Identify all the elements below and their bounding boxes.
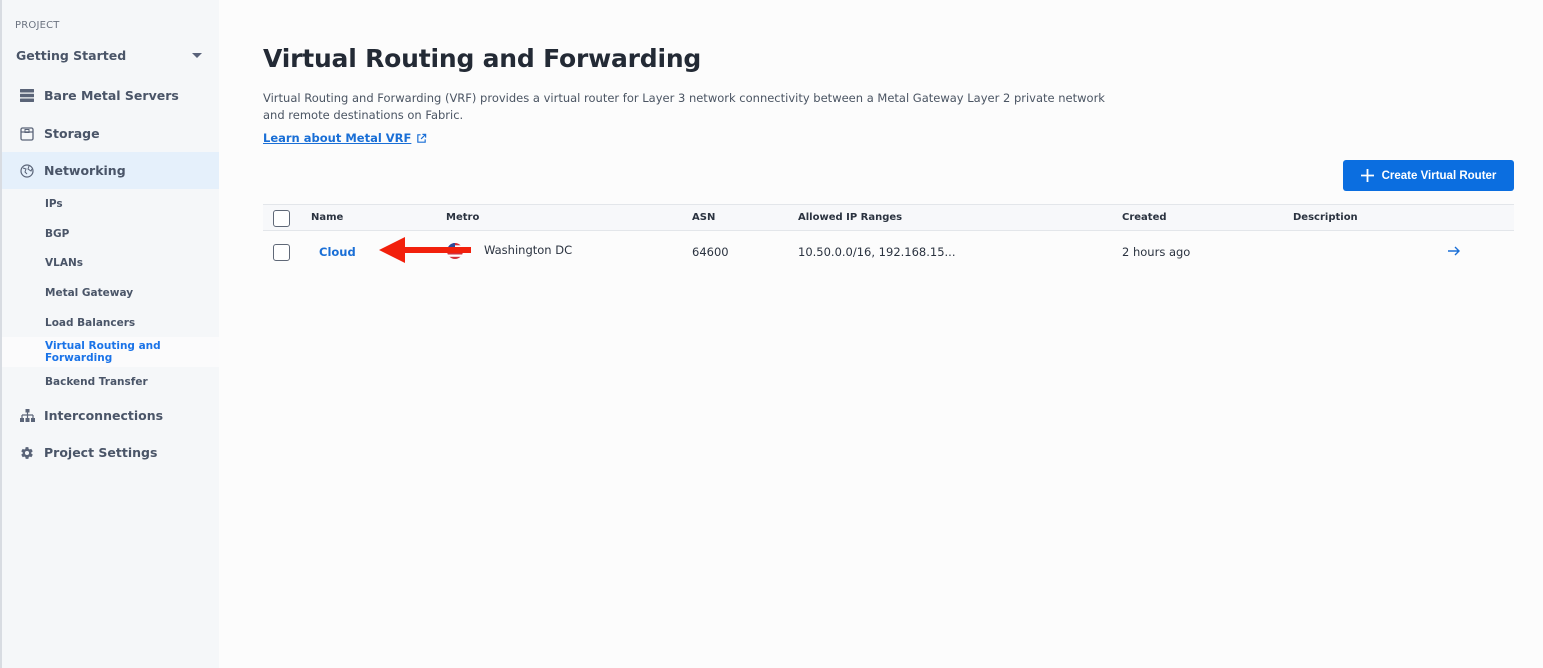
sidebar-subitem-ips[interactable]: IPs bbox=[2, 189, 219, 219]
metro-value: Washington DC bbox=[484, 243, 573, 257]
sidebar-subitem-metal-gateway[interactable]: Metal Gateway bbox=[2, 278, 219, 308]
sidebar-subitem-load-balancers[interactable]: Load Balancers bbox=[2, 308, 219, 338]
column-header-name[interactable]: Name bbox=[311, 212, 343, 223]
asn-value: 64600 bbox=[692, 245, 729, 259]
column-header-allowed-ip-ranges[interactable]: Allowed IP Ranges bbox=[798, 212, 902, 223]
network-tree-icon bbox=[18, 407, 36, 425]
sidebar-item-interconnections[interactable]: Interconnections bbox=[2, 397, 219, 434]
sidebar-item-label: Project Settings bbox=[44, 445, 158, 460]
project-selector[interactable]: Getting Started bbox=[16, 45, 206, 65]
sidebar-item-storage[interactable]: Storage bbox=[2, 115, 219, 152]
create-virtual-router-button[interactable]: Create Virtual Router bbox=[1343, 160, 1514, 191]
gear-icon bbox=[18, 444, 36, 462]
storage-icon bbox=[18, 125, 36, 143]
page-description: Virtual Routing and Forwarding (VRF) pro… bbox=[263, 91, 1105, 122]
learn-link-label: Learn about Metal VRF bbox=[263, 131, 412, 145]
annotation-arrow-icon bbox=[379, 237, 471, 263]
caret-down-icon bbox=[192, 52, 202, 58]
row-checkbox[interactable] bbox=[273, 244, 290, 261]
sidebar: PROJECT Getting Started Bare Metal Serve… bbox=[0, 0, 219, 668]
column-header-description[interactable]: Description bbox=[1293, 212, 1358, 223]
table-header: Name Metro ASN Allowed IP Ranges Created… bbox=[263, 204, 1514, 231]
arrow-right-icon[interactable] bbox=[1447, 244, 1461, 258]
column-header-metro[interactable]: Metro bbox=[446, 212, 479, 223]
project-label: PROJECT bbox=[15, 20, 60, 31]
sidebar-item-label: Bare Metal Servers bbox=[44, 88, 179, 103]
sidebar-item-networking[interactable]: Networking bbox=[2, 152, 219, 189]
external-link-icon bbox=[417, 133, 427, 143]
select-all-checkbox[interactable] bbox=[273, 210, 290, 227]
learn-about-vrf-link[interactable]: Learn about Metal VRF bbox=[263, 131, 427, 145]
sidebar-subitem-vrf[interactable]: Virtual Routing and Forwarding bbox=[2, 337, 219, 367]
sidebar-subitem-vlans[interactable]: VLANs bbox=[2, 248, 219, 278]
vrf-name-link[interactable]: Cloud bbox=[319, 245, 356, 259]
created-value: 2 hours ago bbox=[1122, 245, 1191, 259]
page-title: Virtual Routing and Forwarding bbox=[263, 44, 702, 73]
sidebar-item-project-settings[interactable]: Project Settings bbox=[2, 434, 219, 471]
sidebar-subitem-bgp[interactable]: BGP bbox=[2, 219, 219, 249]
allowed-ip-ranges-value: 10.50.0.0/16, 192.168.15... bbox=[798, 245, 956, 259]
sidebar-item-label: Networking bbox=[44, 163, 126, 178]
sidebar-item-label: Storage bbox=[44, 126, 100, 141]
plus-icon bbox=[1360, 169, 1374, 182]
sidebar-subitem-backend-transfer[interactable]: Backend Transfer bbox=[2, 367, 219, 397]
create-button-label: Create Virtual Router bbox=[1381, 169, 1497, 182]
column-header-asn[interactable]: ASN bbox=[692, 212, 715, 223]
column-header-created[interactable]: Created bbox=[1122, 212, 1167, 223]
globe-icon bbox=[18, 162, 36, 180]
project-name: Getting Started bbox=[16, 47, 127, 63]
sidebar-item-bare-metal-servers[interactable]: Bare Metal Servers bbox=[2, 77, 219, 114]
sidebar-item-label: Interconnections bbox=[44, 408, 164, 423]
server-icon bbox=[18, 87, 36, 105]
